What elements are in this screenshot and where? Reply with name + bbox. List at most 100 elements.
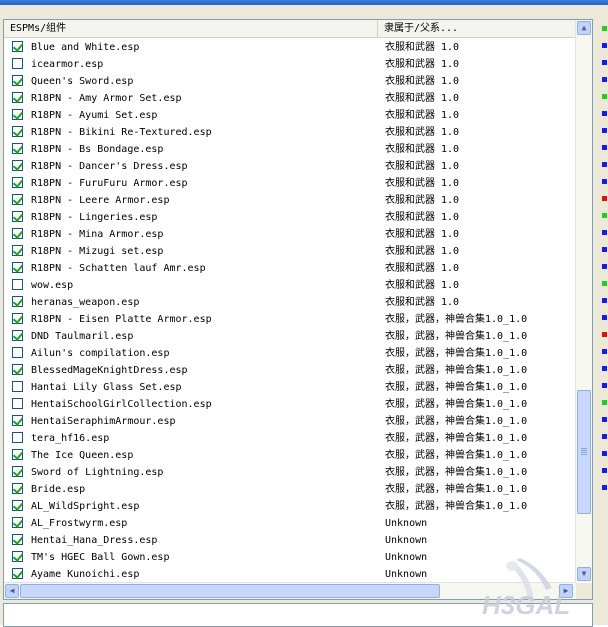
plugin-checkbox[interactable] (12, 194, 23, 205)
list-item[interactable]: DND Taulmaril.esp 衣服，武器，神兽合集1.0_1.0 (4, 328, 576, 345)
plugin-checkbox[interactable] (12, 483, 23, 494)
list-item[interactable]: Queen's Sword.esp 衣服和武器 1.0 (4, 73, 576, 90)
column-header-name[interactable]: ESPMs/组件 (4, 20, 378, 37)
plugin-checkbox[interactable] (12, 160, 23, 171)
plugin-checkbox[interactable] (12, 449, 23, 460)
plugin-name: HentaiSeraphimArmour.esp (31, 416, 176, 427)
plugin-checkbox[interactable] (12, 398, 23, 409)
list-rows: Blue and White.esp 衣服和武器 1.0 icearmor.esp 衣… (4, 39, 576, 583)
status-indicator (602, 366, 607, 371)
plugin-checkbox[interactable] (12, 551, 23, 562)
plugin-list[interactable]: ESPMs/组件 隶属于/父系... Blue and White.esp 衣服和… (3, 19, 593, 600)
thumb-grip (581, 452, 587, 453)
status-indicator (602, 145, 607, 150)
plugin-checkbox[interactable] (12, 109, 23, 120)
list-item[interactable]: R18PN - Leere Armor.esp 衣服和武器 1.0 (4, 192, 576, 209)
list-header: ESPMs/组件 隶属于/父系... (4, 20, 576, 38)
plugin-master: 衣服，武器，神兽合集1.0_1.0 (385, 433, 528, 444)
list-item[interactable]: Bride.esp 衣服，武器，神兽合集1.0_1.0 (4, 481, 576, 498)
list-item[interactable]: Hantai Lily Glass Set.esp 衣服，武器，神兽合集1.0_1… (4, 379, 576, 396)
status-indicator (602, 128, 607, 133)
list-item[interactable]: R18PN - Mizugi set.esp 衣服和武器 1.0 (4, 243, 576, 260)
list-item[interactable]: HentaiSchoolGirlCollection.esp 衣服，武器，神兽合集… (4, 396, 576, 413)
plugin-checkbox[interactable] (12, 279, 23, 290)
plugin-master: 衣服，武器，神兽合集1.0_1.0 (385, 314, 528, 325)
horizontal-scroll-thumb[interactable] (20, 584, 440, 598)
status-indicator (602, 315, 607, 320)
list-item[interactable]: R18PN - FuruFuru Armor.esp 衣服和武器 1.0 (4, 175, 576, 192)
list-item[interactable]: heranas_weapon.esp 衣服和武器 1.0 (4, 294, 576, 311)
list-item[interactable]: R18PN - Lingeries.esp 衣服和武器 1.0 (4, 209, 576, 226)
plugin-checkbox[interactable] (12, 262, 23, 273)
plugin-checkbox[interactable] (12, 177, 23, 188)
plugin-name: wow.esp (31, 280, 74, 291)
plugin-name: R18PN - Dancer's Dress.esp (31, 161, 188, 172)
plugin-master: 衣服和武器 1.0 (385, 110, 460, 121)
vertical-scroll-thumb[interactable] (577, 390, 591, 514)
list-item[interactable]: R18PN - Schatten lauf Amr.esp 衣服和武器 1.0 (4, 260, 576, 277)
plugin-name: R18PN - Amy Armor Set.esp (31, 93, 182, 104)
list-item[interactable]: R18PN - Ayumi Set.esp 衣服和武器 1.0 (4, 107, 576, 124)
plugin-name: Blue and White.esp (31, 42, 140, 53)
plugin-checkbox[interactable] (12, 228, 23, 239)
list-item[interactable]: AL_Frostwyrm.esp Unknown (4, 515, 576, 532)
plugin-name: R18PN - Bikini Re-Textured.esp (31, 127, 212, 138)
plugin-master: Unknown (385, 569, 428, 580)
list-item[interactable]: Blue and White.esp 衣服和武器 1.0 (4, 39, 576, 56)
list-item[interactable]: Hentai_Hana_Dress.esp Unknown (4, 532, 576, 549)
list-item[interactable]: The Ice Queen.esp 衣服，武器，神兽合集1.0_1.0 (4, 447, 576, 464)
plugin-checkbox[interactable] (12, 568, 23, 579)
plugin-checkbox[interactable] (12, 75, 23, 86)
plugin-checkbox[interactable] (12, 517, 23, 528)
status-indicator (602, 213, 607, 218)
plugin-checkbox[interactable] (12, 466, 23, 477)
list-item[interactable]: R18PN - Eisen Platte Armor.esp 衣服，武器，神兽合集… (4, 311, 576, 328)
status-indicator (602, 26, 607, 31)
plugin-checkbox[interactable] (12, 126, 23, 137)
status-indicator (602, 451, 607, 456)
list-item[interactable]: R18PN - Bs Bondage.esp 衣服和武器 1.0 (4, 141, 576, 158)
plugin-checkbox[interactable] (12, 296, 23, 307)
plugin-checkbox[interactable] (12, 347, 23, 358)
list-item[interactable]: BlessedMageKnightDress.esp 衣服，武器，神兽合集1.0_… (4, 362, 576, 379)
list-item[interactable]: Ailun's compilation.esp 衣服，武器，神兽合集1.0_1.0 (4, 345, 576, 362)
column-header-master[interactable]: 隶属于/父系... (378, 20, 576, 37)
list-item[interactable]: wow.esp 衣服和武器 1.0 (4, 277, 576, 294)
plugin-checkbox[interactable] (12, 313, 23, 324)
plugin-checkbox[interactable] (12, 415, 23, 426)
list-item[interactable]: Sword of Lightning.esp 衣服，武器，神兽合集1.0_1.0 (4, 464, 576, 481)
list-item[interactable]: tera_hf16.esp 衣服，武器，神兽合集1.0_1.0 (4, 430, 576, 447)
plugin-checkbox[interactable] (12, 143, 23, 154)
status-indicator (602, 179, 607, 184)
list-item[interactable]: R18PN - Bikini Re-Textured.esp 衣服和武器 1.0 (4, 124, 576, 141)
plugin-checkbox[interactable] (12, 58, 23, 69)
list-item[interactable]: icearmor.esp 衣服和武器 1.0 (4, 56, 576, 73)
plugin-checkbox[interactable] (12, 534, 23, 545)
plugin-name: Queen's Sword.esp (31, 76, 134, 87)
vertical-scrollbar[interactable]: ▲ ▼ (575, 20, 592, 582)
list-item[interactable]: AL_WildSpright.esp 衣服，武器，神兽合集1.0_1.0 (4, 498, 576, 515)
scroll-up-button[interactable]: ▲ (577, 21, 591, 35)
plugin-checkbox[interactable] (12, 41, 23, 52)
status-indicator (602, 349, 607, 354)
plugin-checkbox[interactable] (12, 432, 23, 443)
plugin-checkbox[interactable] (12, 381, 23, 392)
plugin-checkbox[interactable] (12, 245, 23, 256)
plugin-checkbox[interactable] (12, 330, 23, 341)
plugin-checkbox[interactable] (12, 364, 23, 375)
plugin-name: Sword of Lightning.esp (31, 467, 164, 478)
plugin-master: 衣服和武器 1.0 (385, 212, 460, 223)
plugin-name: Hantai Lily Glass Set.esp (31, 382, 182, 393)
plugin-name: TM's HGEC Ball Gown.esp (31, 552, 170, 563)
status-indicator (602, 94, 607, 99)
plugin-master: 衣服，武器，神兽合集1.0_1.0 (385, 484, 528, 495)
plugin-checkbox[interactable] (12, 500, 23, 511)
list-item[interactable]: R18PN - Dancer's Dress.esp 衣服和武器 1.0 (4, 158, 576, 175)
plugin-checkbox[interactable] (12, 92, 23, 103)
list-item[interactable]: R18PN - Mina Armor.esp 衣服和武器 1.0 (4, 226, 576, 243)
watermark-logo: H3GAL (482, 558, 570, 620)
plugin-checkbox[interactable] (12, 211, 23, 222)
list-item[interactable]: R18PN - Amy Armor Set.esp 衣服和武器 1.0 (4, 90, 576, 107)
list-item[interactable]: HentaiSeraphimArmour.esp 衣服，武器，神兽合集1.0_1.… (4, 413, 576, 430)
scroll-left-button[interactable]: ◀ (5, 584, 19, 598)
